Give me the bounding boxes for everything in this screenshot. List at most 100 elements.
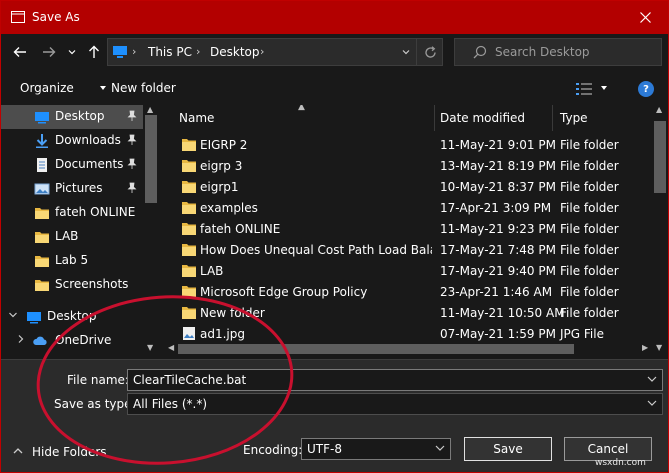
chevron-down-icon [402, 50, 410, 55]
file-type: File folder [560, 243, 619, 257]
breadcrumb-this-pc[interactable]: This PC [148, 45, 192, 59]
nav-item-desktop-root[interactable]: Desktop [1, 305, 143, 329]
folder-icon [35, 208, 49, 219]
refresh-button[interactable] [416, 39, 443, 65]
chevron-down-icon[interactable] [435, 444, 445, 452]
table-row[interactable]: fateh ONLINE 11-May-21 9:23 PM File fold… [166, 219, 652, 240]
table-row[interactable]: eigrp 3 13-May-21 8:19 PM File folder [166, 156, 652, 177]
breadcrumb-desktop[interactable]: Desktop [210, 45, 260, 59]
nav-item-fateh-online[interactable]: fateh ONLINE [1, 201, 143, 225]
scroll-left-icon[interactable]: ◀ [168, 343, 174, 352]
save-as-dialog: Save As › This PC › Desktop › Search Des… [0, 0, 669, 473]
column-header-name[interactable]: Name [179, 111, 214, 125]
nav-item-label: Lab 5 [55, 253, 89, 267]
scrollbar-thumb[interactable] [654, 121, 666, 193]
file-name-field[interactable]: ClearTileCache.bat [127, 369, 663, 391]
file-date: 10-May-21 8:37 PM [440, 180, 556, 194]
scrollbar-thumb[interactable] [145, 115, 157, 203]
help-button[interactable]: ? [638, 81, 654, 97]
file-name: eigrp1 [200, 180, 239, 194]
save-as-type-select[interactable]: All Files (*.*) [127, 393, 663, 415]
file-type: JPG File [560, 327, 604, 341]
nav-item-lab[interactable]: LAB [1, 225, 143, 249]
table-row[interactable]: How Does Unequal Cost Path Load Balan...… [166, 240, 652, 261]
search-box[interactable] [454, 38, 662, 66]
folder-icon [182, 181, 196, 193]
chevron-right-icon[interactable] [16, 334, 26, 344]
up-button[interactable] [84, 41, 104, 63]
pin-icon [127, 110, 137, 121]
file-list-vertical-scrollbar[interactable]: ▲ ▼ [652, 105, 668, 357]
folder-icon [182, 139, 196, 151]
scroll-up-icon[interactable]: ▲ [656, 105, 662, 114]
table-row[interactable]: New folder 11-May-21 10:50 AM File folde… [166, 303, 652, 324]
close-icon [639, 12, 651, 23]
file-date: 17-May-21 9:40 PM [440, 264, 556, 278]
file-type: File folder [560, 180, 619, 194]
file-name: ad1.jpg [200, 327, 245, 341]
nav-item-onedrive[interactable]: OneDrive [1, 329, 143, 353]
file-date: 17-May-21 7:48 PM [440, 243, 556, 257]
column-header-type[interactable]: Type [560, 111, 588, 125]
search-input[interactable] [495, 44, 655, 60]
table-row[interactable]: eigrp1 10-May-21 8:37 PM File folder [166, 177, 652, 198]
save-form: File name: ClearTileCache.bat Save as ty… [1, 359, 668, 472]
chevron-down-icon[interactable] [99, 85, 107, 91]
file-type: File folder [560, 285, 619, 299]
address-history-dropdown[interactable] [396, 43, 416, 61]
nav-item-lab-5[interactable]: Lab 5 [1, 249, 143, 273]
column-divider[interactable] [552, 105, 553, 131]
document-icon [37, 158, 47, 172]
file-list-horizontal-scrollbar[interactable]: ◀ ▶ [166, 341, 652, 357]
file-name: Microsoft Edge Group Policy [200, 285, 368, 299]
arrow-up-icon [89, 45, 99, 58]
folder-icon [182, 244, 196, 256]
file-date: 23-Apr-21 1:46 AM [440, 285, 553, 299]
chevron-down-icon[interactable] [647, 399, 657, 407]
file-name: fateh ONLINE [200, 222, 281, 236]
view-details-icon[interactable] [575, 81, 593, 97]
recent-locations-button[interactable] [65, 41, 79, 63]
table-row[interactable]: examples 17-Apr-21 3:09 PM File folder [166, 198, 652, 219]
scroll-down-icon[interactable]: ▼ [147, 343, 153, 352]
back-button[interactable] [10, 41, 30, 63]
nav-item-label: Desktop [55, 109, 105, 123]
scrollbar-thumb[interactable] [178, 344, 574, 354]
file-date: 13-May-21 8:19 PM [440, 159, 556, 173]
save-button[interactable]: Save [464, 437, 552, 461]
nav-item-downloads[interactable]: Downloads [1, 129, 143, 153]
organize-button[interactable]: Organize [20, 81, 74, 95]
table-row[interactable]: LAB 17-May-21 9:40 PM File folder [166, 261, 652, 282]
nav-item-screenshots[interactable]: Screenshots [1, 273, 143, 297]
chevron-down-icon[interactable] [8, 310, 18, 320]
breadcrumb-separator: › [132, 45, 137, 58]
scroll-right-icon[interactable]: ▶ [642, 343, 648, 352]
column-divider[interactable] [434, 105, 435, 131]
address-bar[interactable]: › This PC › Desktop › [107, 38, 443, 66]
table-row[interactable]: Microsoft Edge Group Policy 23-Apr-21 1:… [166, 282, 652, 303]
forward-button[interactable] [39, 41, 59, 63]
file-name: EIGRP 2 [200, 138, 248, 152]
folder-icon [35, 280, 49, 291]
column-header-date[interactable]: Date modified [440, 111, 525, 125]
file-type: File folder [560, 264, 619, 278]
nav-pane-scrollbar[interactable]: ▲ ▼ [143, 105, 159, 357]
breadcrumb-separator: › [260, 45, 265, 58]
encoding-select[interactable]: UTF-8 [301, 438, 451, 460]
chevron-down-icon[interactable] [600, 85, 608, 91]
close-button[interactable] [622, 1, 668, 34]
scroll-down-icon[interactable]: ▼ [656, 343, 662, 352]
new-folder-button[interactable]: New folder [111, 81, 176, 95]
nav-item-label: Documents [55, 157, 124, 171]
nav-item-documents[interactable]: Documents [1, 153, 143, 177]
chevron-down-icon[interactable] [647, 375, 657, 383]
hide-folders-label: Hide Folders [32, 445, 107, 459]
nav-item-label: Screenshots [55, 277, 129, 291]
file-date: 11-May-21 10:50 AM [440, 306, 565, 320]
table-row[interactable]: EIGRP 2 11-May-21 9:01 PM File folder [166, 135, 652, 156]
nav-item-pictures[interactable]: Pictures [1, 177, 143, 201]
file-name-value: ClearTileCache.bat [133, 373, 247, 387]
nav-item-label: Pictures [55, 181, 103, 195]
scroll-up-icon[interactable]: ▲ [147, 105, 153, 114]
nav-item-desktop[interactable]: Desktop [1, 105, 143, 129]
